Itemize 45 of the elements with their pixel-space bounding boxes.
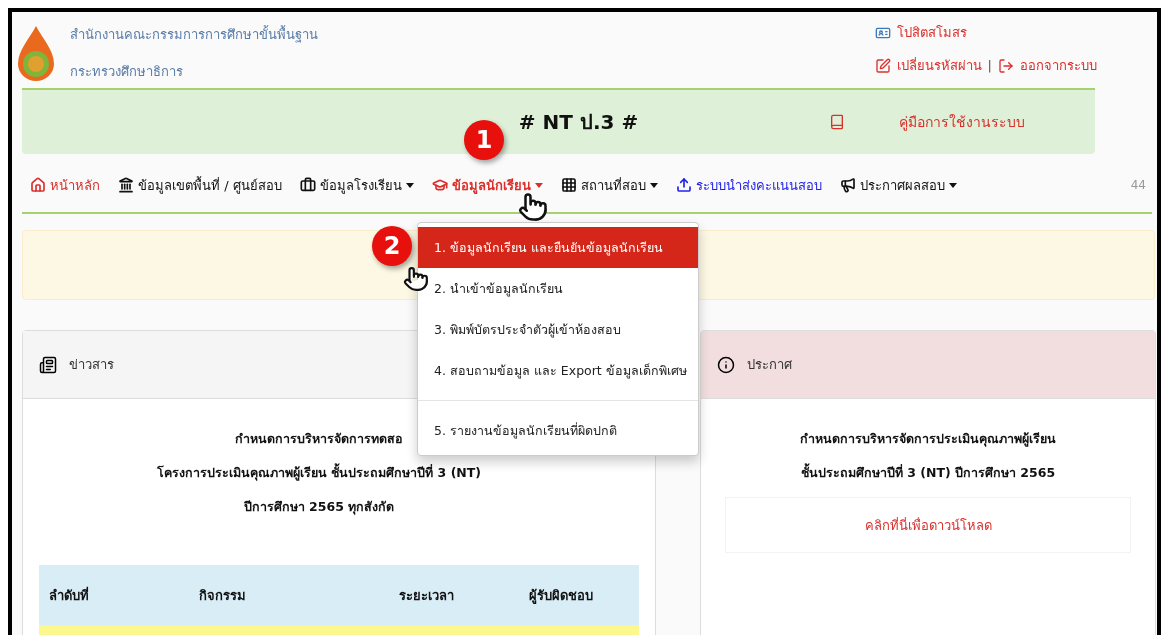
nav-item[interactable]: ประกาศผลสอบ — [859, 174, 945, 196]
panel-title: ประกาศ — [747, 356, 792, 374]
manual-link[interactable]: คู่มือการใช้งานระบบ — [899, 111, 1025, 133]
newspaper-icon — [39, 355, 57, 374]
nav-item[interactable]: หน้าหลัก — [50, 174, 100, 196]
separator: | — [987, 58, 992, 73]
nav-item[interactable]: ข้อมูลนักเรียน — [451, 174, 531, 196]
nav-item[interactable]: ข้อมูลโรงเรียน — [319, 174, 402, 196]
menu-item[interactable]: 3. พิมพ์บัตรประจำตัวผู้เข้าห้องสอบ — [418, 309, 698, 350]
nav-item[interactable]: ข้อมูลเขตพื้นที่ / ศูนย์สอบ — [138, 174, 282, 196]
menu-item[interactable]: 5. รายงานข้อมูลนักเรียนที่ผิดปกติ — [418, 410, 698, 451]
home-icon — [30, 177, 46, 193]
column-header: ผู้รับผิดชอบ — [529, 586, 594, 606]
announcement-text: กำหนดการบริหารจัดการประเมินคุณภาพผู้เรียน — [800, 430, 1056, 449]
logout-link[interactable]: ออกจากระบบ — [1020, 55, 1097, 76]
nav-item[interactable]: ระบบนำส่งคะแนนสอบ — [695, 174, 822, 196]
column-header: กิจกรรม — [199, 586, 247, 605]
briefcase-icon — [299, 177, 316, 193]
organization-name: กระทรวงศึกษาธิการ — [70, 63, 184, 81]
bank-icon — [118, 177, 134, 193]
grid-icon — [560, 177, 577, 193]
download-link[interactable]: คลิกที่นี่เพื่อดาวน์โหลด — [864, 514, 992, 536]
info-icon — [717, 355, 735, 374]
news-text: โครงการประเมินคุณภาพผู้เรียน ชั้นประถมศึกษาปีที่ 3 (NT) — [156, 463, 482, 483]
news-text: กำหนดการบริหารจัดการทดสอ — [235, 430, 403, 448]
book-icon — [829, 114, 845, 130]
menu-item[interactable]: 1. ข้อมูลนักเรียน และยืนยันข้อมูลนักเรียน — [418, 227, 698, 268]
news-text: ปีการศึกษา 2565 ทุกสังกัด — [243, 498, 395, 517]
emblem-logo — [16, 24, 56, 82]
column-header: ลำดับที่ — [49, 585, 90, 605]
upload-icon — [675, 177, 692, 193]
user-name-link[interactable]: โปสิตสโมสร — [896, 22, 967, 43]
change-password-link[interactable]: เปลี่ยนรหัสผ่าน — [896, 55, 982, 76]
edit-icon — [874, 57, 891, 74]
graduation-cap-icon — [431, 177, 448, 193]
organization-name: สำนักงานคณะกรรมการการศึกษาขั้นพื้นฐาน — [70, 24, 318, 45]
megaphone-icon — [839, 177, 856, 193]
column-header: ระยะเวลา — [399, 586, 455, 605]
system-title: # NT ป.3 # — [517, 109, 639, 136]
panel-title: ข่าวสาร — [69, 356, 114, 374]
nav-item[interactable]: สถานที่สอบ — [580, 174, 646, 196]
counter: 44 — [1130, 178, 1146, 192]
logout-icon — [998, 57, 1014, 74]
menu-item[interactable]: 4. สอบถามข้อมูล และ Export ข้อมูลเด็กพิเศษ — [418, 350, 698, 391]
announcement-text: ชั้นประถมศึกษาปีที่ 3 (NT) ปีการศึกษา 2565 — [800, 463, 1056, 482]
